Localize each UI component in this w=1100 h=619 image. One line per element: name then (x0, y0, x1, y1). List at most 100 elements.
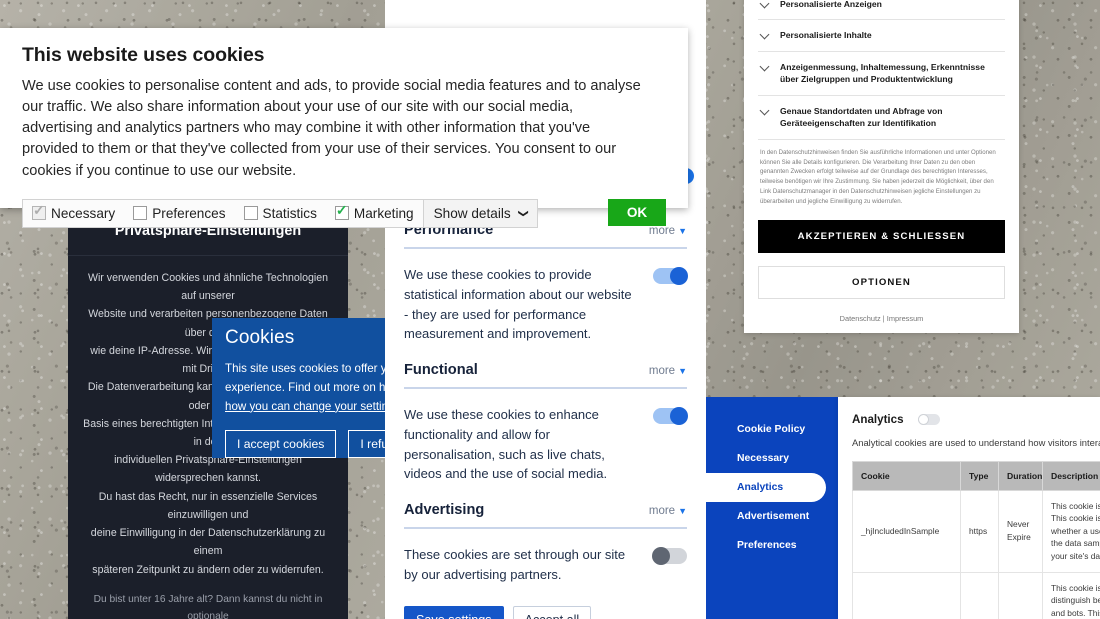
blue-dialog-actions: I accept cookies I refuse cookies (225, 430, 385, 458)
save-settings-button[interactable]: Save settings (404, 605, 504, 619)
cell-duration: Never Expire (998, 489, 1043, 573)
checkbox-marketing[interactable]: ✓ Marketing (326, 200, 423, 227)
toggle-knob (670, 407, 688, 425)
privacy-body-line: Wir verwenden Cookies und ähnliche Techn… (87, 272, 329, 303)
cookie-consent-banner: This website uses cookies We use cookies… (0, 28, 688, 228)
privacy-body-line: späteren Zeitpunkt zu ändern oder zu wid… (92, 563, 324, 576)
advertising-toggle[interactable] (652, 547, 687, 565)
german-accordion-item-2[interactable]: Anzeigenmessung, Inhaltemessung, Erkennt… (758, 50, 1005, 95)
checkbox-necessary[interactable]: ✓ Necessary (23, 200, 124, 227)
sidebar-item-analytics[interactable]: Analytics (703, 473, 826, 502)
performance-toggle[interactable] (653, 267, 688, 285)
footer-separator: | (882, 313, 885, 323)
chevron-down-icon (760, 30, 770, 40)
refuse-cookies-button[interactable]: I refuse cookies (348, 430, 385, 458)
cell-description: This cookie is set by Hotjar. This cooki… (1042, 489, 1100, 573)
checkbox-label: Preferences (152, 205, 226, 221)
cell-duration (998, 571, 1043, 619)
toggle-knob (918, 415, 928, 424)
analytics-toggle[interactable] (917, 414, 940, 425)
chevron-down-icon: ▼ (678, 226, 687, 236)
analytics-title: Analytics (852, 413, 904, 426)
column-header-duration: Duration (998, 460, 1043, 491)
sidebar-item-advertisement[interactable]: Advertisement (703, 502, 838, 531)
chevron-down-icon (760, 0, 770, 9)
column-header-type: Type (960, 460, 999, 491)
sidebar-item-label: Advertisement (737, 511, 810, 522)
checkbox-box (133, 206, 148, 221)
blue-cookies-dialog: Cookies This site uses cookies to offer … (212, 318, 385, 458)
german-accordion-label: Personalisierte Inhalte (780, 30, 872, 41)
blue-dialog-title: Cookies (225, 327, 295, 348)
cell-description: This cookie is used to distinguish betwe… (1042, 571, 1100, 619)
german-consent-panel: Personalisierte Anzeigen Personalisierte… (744, 0, 1019, 333)
section-header-functional: Functional more ▼ (404, 344, 687, 378)
sidebar-item-necessary[interactable]: Necessary (703, 444, 838, 473)
section-description: We use these cookies to provide statisti… (404, 267, 632, 342)
german-accordion-item-0[interactable]: Personalisierte Anzeigen (758, 0, 1005, 19)
blue-body-link-line[interactable]: how you can change your settings. (225, 400, 385, 413)
german-accordion-label: Genaue Standortdaten und Abfrage von Ger… (780, 105, 943, 129)
german-consent-note: In den Datenschutzhinweisen finden Sie a… (758, 138, 1005, 216)
blue-body-line: This site uses cookies to offer you a be… (225, 362, 385, 375)
column-header-description: Description (1042, 460, 1100, 491)
table-header-row: Cookie Type Duration Description (852, 460, 1100, 491)
cell-cookie: _hjIncludedInSample (852, 489, 961, 573)
toggle-knob (670, 267, 688, 285)
accept-all-button[interactable]: Accept all (512, 605, 592, 619)
chevron-down-icon: ❯ (517, 209, 529, 218)
functional-toggle[interactable] (653, 407, 688, 425)
privacy-minor-line: Du bist unter 16 Jahre alt? Dann kannst … (93, 593, 323, 619)
german-accordion-item-3[interactable]: Genaue Standortdaten und Abfrage von Ger… (758, 94, 1005, 139)
analytics-cookie-panel: Analytics Analytical cookies are used to… (838, 397, 1100, 619)
german-accordion-label: Personalisierte Anzeigen (780, 0, 882, 9)
section-description: These cookies are set through our site b… (404, 547, 626, 582)
chevron-down-icon: ▼ (678, 506, 687, 516)
privacy-body-line: individuellen Privatsphäre-Einstellungen… (114, 454, 302, 485)
privacy-panel-minor-note: Du bist unter 16 Jahre alt? Dann kannst … (68, 579, 348, 619)
checkbox-label: Statistics (262, 205, 317, 221)
consent-checkbox-group: ✓ Necessary Preferences Statistics ✓ Mar… (22, 198, 539, 228)
section-description: We use these cookies to enhance function… (404, 407, 608, 482)
analytics-header: Analytics (852, 413, 1100, 426)
german-options-button[interactable]: OPTIONEN (758, 265, 1005, 299)
blue-body-line: experience. Find out more on how we use … (225, 380, 385, 394)
section-more-toggle[interactable]: more ▼ (649, 365, 687, 377)
show-details-dropdown[interactable]: Show details ❯ (422, 199, 538, 227)
german-accordion-label: Anzeigenmessung, Inhaltemessung, Erkennt… (780, 61, 985, 85)
checkbox-box: ✓ (32, 202, 46, 221)
toggle-knob (652, 547, 670, 565)
accept-cookies-button[interactable]: I accept cookies (225, 430, 337, 458)
imprint-link[interactable]: Impressum (887, 314, 924, 323)
section-title: Functional (404, 362, 478, 378)
checkbox-preferences[interactable]: Preferences (124, 200, 234, 227)
consent-controls: ✓ Necessary Preferences Statistics ✓ Mar… (22, 198, 666, 228)
german-accept-close-button[interactable]: AKZEPTIEREN & SCHLIESSEN (758, 219, 1005, 253)
check-icon: ✓ (335, 202, 348, 219)
ok-button[interactable]: OK (608, 198, 666, 226)
sidebar-item-label: Analytics (737, 482, 784, 493)
section-row-advertising: These cookies are set through our site b… (404, 529, 687, 585)
table-row: _hjIncludedInSample https Never Expire T… (852, 489, 1100, 573)
section-row-functional: We use these cookies to enhance function… (404, 389, 688, 484)
page-title: This website uses cookies (22, 44, 265, 66)
cell-cookie (852, 571, 961, 619)
german-accordion-item-1[interactable]: Personalisierte Inhalte (758, 19, 1005, 50)
chevron-down-icon (760, 62, 770, 72)
sidebar-item-preferences[interactable]: Preferences (703, 531, 838, 560)
screenshot-stage: Personalisierte Anzeigen Personalisierte… (0, 0, 1100, 619)
check-icon: ✓ (33, 202, 45, 219)
analytics-cookie-table: Cookie Type Duration Description _hjIncl… (852, 460, 1100, 619)
cell-type (960, 571, 999, 619)
sidebar-item-cookie-policy[interactable]: Cookie Policy (703, 415, 838, 444)
privacy-link[interactable]: Datenschutz (840, 314, 881, 323)
privacy-body-line: Du hast das Recht, nur in essenzielle Se… (98, 490, 318, 521)
sidebar-item-label: Necessary (737, 453, 789, 464)
table-row: This cookie is used to distinguish betwe… (852, 571, 1100, 619)
checkbox-statistics[interactable]: Statistics (235, 200, 326, 227)
show-details-label: Show details (433, 205, 511, 221)
consent-body-text: We use cookies to personalise content an… (22, 78, 641, 179)
checkbox-box: ✓ (334, 202, 349, 221)
checkbox-label: Necessary (51, 205, 116, 221)
section-more-toggle[interactable]: more ▼ (649, 505, 687, 517)
